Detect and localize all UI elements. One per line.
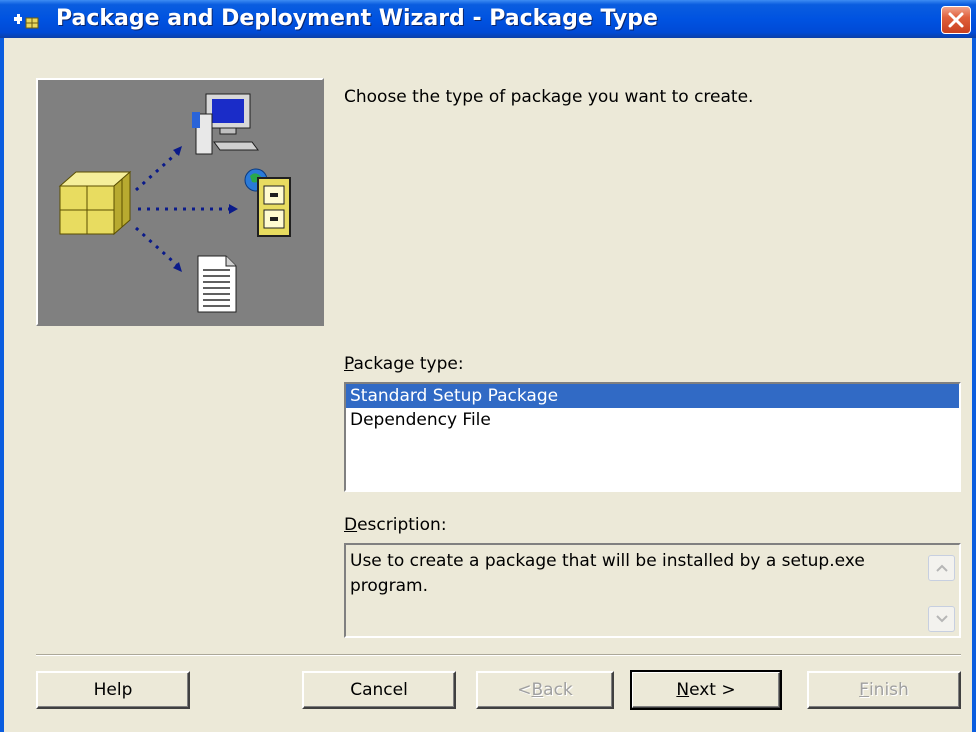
wizard-illustration <box>36 78 324 326</box>
close-icon <box>948 12 964 28</box>
finish-button-rest: inish <box>868 680 909 700</box>
description-label: Description: <box>344 515 447 535</box>
illustration-graphic <box>58 93 291 313</box>
next-button[interactable]: Next > <box>630 670 782 710</box>
list-item-dependency-file[interactable]: Dependency File <box>346 408 959 432</box>
finish-button-mnemonic: F <box>859 680 869 700</box>
back-button-mnemonic: B <box>531 680 544 700</box>
window-frame-right <box>972 38 976 732</box>
window-frame-left <box>0 38 4 732</box>
back-button-prefix: < <box>517 680 532 700</box>
next-button-rest: ext > <box>689 680 736 700</box>
back-button-rest: ack <box>543 680 573 700</box>
scroll-up-icon <box>935 564 948 572</box>
package-icon <box>58 170 132 236</box>
dotted-arrows <box>134 150 230 268</box>
package-type-label: Package type: <box>344 354 464 374</box>
finish-button[interactable]: Finish <box>807 671 961 709</box>
description-box[interactable]: Use to create a package that will be ins… <box>344 543 961 638</box>
description-label-mnemonic: D <box>344 515 358 535</box>
window-title: Package and Deployment Wizard - Package … <box>56 6 658 31</box>
back-button[interactable]: < Back <box>476 671 614 709</box>
scroll-down-button[interactable] <box>928 606 955 632</box>
title-bar: Package and Deployment Wizard - Package … <box>0 0 976 38</box>
package-type-listbox[interactable]: Standard Setup Package Dependency File <box>344 382 961 492</box>
description-label-rest: escription: <box>357 515 447 535</box>
button-separator <box>36 654 961 656</box>
description-text: Use to create a package that will be ins… <box>350 551 865 596</box>
help-button[interactable]: Help <box>36 671 190 709</box>
wizard-app-icon <box>14 14 39 29</box>
description-scrollbar[interactable] <box>927 547 957 634</box>
cancel-button[interactable]: Cancel <box>302 671 456 709</box>
instruction-text: Choose the type of package you want to c… <box>344 87 754 107</box>
document-icon <box>197 255 237 313</box>
close-button[interactable] <box>941 6 971 34</box>
package-type-label-mnemonic: P <box>344 354 354 374</box>
scroll-down-icon <box>935 615 948 623</box>
computer-icon <box>192 93 259 155</box>
next-button-mnemonic: N <box>676 680 690 700</box>
list-item-standard-setup-package[interactable]: Standard Setup Package <box>346 384 959 408</box>
package-type-label-rest: ackage type: <box>353 354 464 374</box>
scroll-up-button[interactable] <box>928 555 955 581</box>
file-cabinet-icon <box>244 168 291 237</box>
